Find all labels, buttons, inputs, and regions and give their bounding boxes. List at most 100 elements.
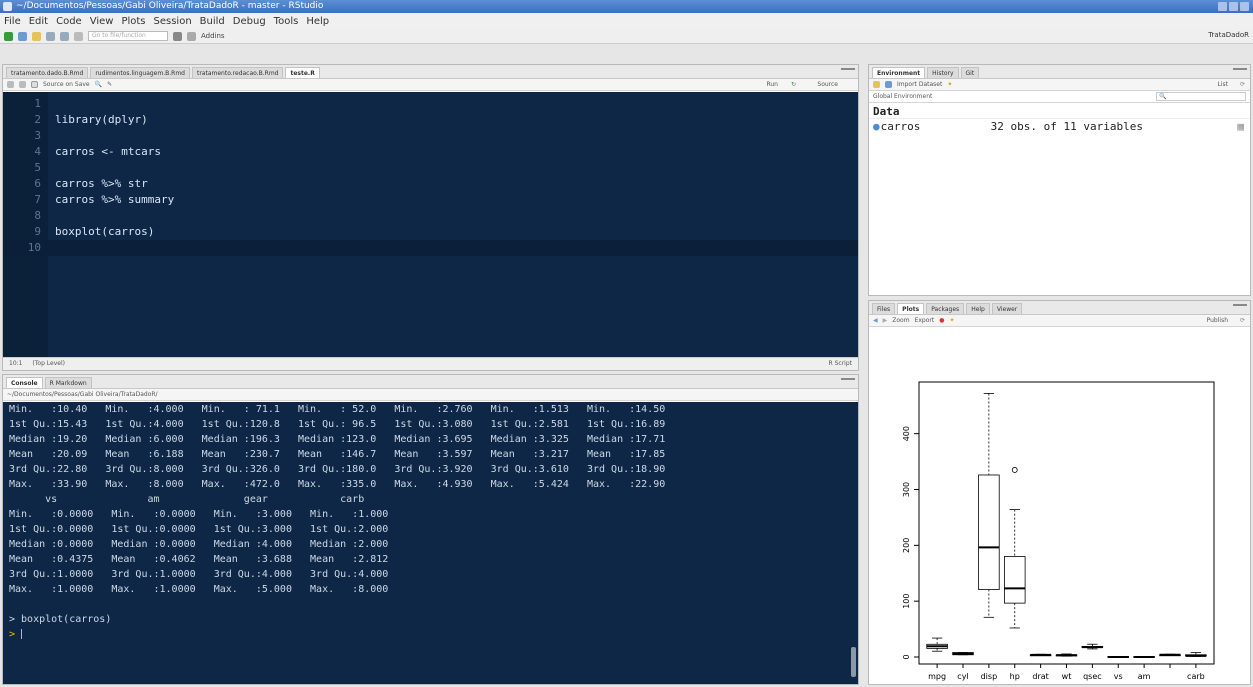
editor-statusbar: 10:1 (Top Level) R Script (3, 357, 858, 370)
refresh-icon[interactable]: ⟳ (1240, 81, 1245, 88)
broom-icon[interactable]: ✦ (947, 81, 952, 88)
file-type-indicator[interactable]: R Script (829, 358, 852, 370)
zoom-button[interactable]: Zoom (892, 317, 909, 324)
close-button[interactable] (1240, 2, 1249, 11)
publish-button[interactable]: Publish (1207, 317, 1228, 324)
remove-plot-icon[interactable]: ● (939, 317, 944, 324)
tab-rudimentos[interactable]: rudimentos.linguagem.B.Rmd (90, 67, 190, 78)
code-line[interactable]: 1 (3, 96, 858, 112)
menu-session[interactable]: Session (154, 16, 192, 27)
menu-view[interactable]: View (90, 16, 114, 27)
scope-indicator[interactable]: (Top Level) (32, 360, 65, 367)
tab-viewer[interactable]: Viewer (991, 303, 1023, 314)
print-icon[interactable] (74, 31, 83, 41)
tab-git[interactable]: Git (960, 67, 980, 78)
tab-tratamento-redacao[interactable]: tratamento.redacao.B.Rmd (191, 67, 284, 78)
code-line[interactable]: 8 (3, 208, 858, 224)
grid-icon[interactable] (187, 31, 196, 41)
code-line[interactable]: 2 library(dplyr) (3, 112, 858, 128)
run-button[interactable]: Run (766, 81, 778, 88)
pane-minimize-icon[interactable] (841, 378, 855, 385)
console-input-line[interactable]: > (3, 627, 858, 642)
load-workspace-icon[interactable] (873, 81, 880, 88)
code-line[interactable]: 10 (3, 240, 858, 256)
rerun-icon[interactable]: ↻ (791, 81, 796, 88)
save-all-icon[interactable] (60, 31, 69, 41)
tab-tratamento-dado[interactable]: tratamento.dado.B.Rmd (6, 67, 89, 78)
tab-files[interactable]: Files (872, 303, 896, 314)
minimize-button[interactable] (1218, 2, 1227, 11)
line-number: 8 (34, 209, 41, 222)
menu-build[interactable]: Build (200, 16, 225, 27)
source-on-save-checkbox[interactable] (31, 81, 38, 88)
line-number: 4 (34, 145, 41, 158)
scope-selector[interactable]: Global Environment (873, 93, 932, 100)
code-line[interactable]: 6 carros %>% str (3, 176, 858, 192)
menu-debug[interactable]: Debug (233, 16, 266, 27)
tab-console[interactable]: Console (6, 377, 43, 388)
new-project-icon[interactable] (18, 31, 27, 41)
wand-icon[interactable]: ✎ (107, 81, 112, 88)
plot-viewer: 0 100 200 300 400 mpg cyl disp hp drat wt qsec vs am c… (869, 344, 1250, 684)
menu-help[interactable]: Help (306, 16, 329, 27)
maximize-button[interactable] (1229, 2, 1238, 11)
tab-packages[interactable]: Packages (926, 303, 965, 314)
console-output[interactable]: Min. :10.40 Min. :4.000 Min. : 71.1 Min.… (3, 402, 858, 684)
list-view-toggle[interactable]: List (1218, 81, 1229, 88)
code-line[interactable]: 5 (3, 160, 858, 176)
code-line[interactable]: 4 carros <- mtcars (3, 144, 858, 160)
source-button[interactable]: Source (817, 81, 838, 88)
pane-minimize-icon[interactable] (1233, 304, 1247, 311)
next-plot-icon[interactable]: ▶ (883, 317, 888, 324)
menu-file[interactable]: File (4, 16, 21, 27)
line-number: 9 (34, 225, 41, 238)
environment-toolbar: Import Dataset ✦ List ⟳ (869, 79, 1250, 91)
pane-minimize-icon[interactable] (1233, 68, 1247, 75)
console-line: Median :0.0000 Median :0.0000 Median :4.… (9, 539, 401, 550)
cursor-position: 10:1 (9, 360, 23, 367)
menu-edit[interactable]: Edit (29, 16, 48, 27)
code-line[interactable]: 7 carros %>% summary (3, 192, 858, 208)
back-icon[interactable] (7, 81, 14, 88)
tab-teste-r[interactable]: teste.R (285, 67, 320, 78)
pane-minimize-icon[interactable] (841, 68, 855, 75)
environment-search-input[interactable]: 🔍 (1156, 92, 1246, 101)
code-text: carros %>% summary (55, 193, 175, 206)
view-table-icon[interactable]: ▦ (1237, 119, 1244, 135)
line-number: 7 (34, 193, 41, 206)
search-icon[interactable]: 🔍 (95, 81, 102, 88)
addins-menu[interactable]: Addins (201, 32, 225, 40)
environment-variable-row[interactable]: ● carros 32 obs. of 11 variables ▦ (869, 119, 1250, 135)
export-button[interactable]: Export (915, 317, 935, 324)
new-file-icon[interactable] (4, 31, 13, 41)
environment-pane: Environment History Git Import Dataset ✦… (868, 64, 1251, 296)
console-line: Max. :33.90 Max. :8.000 Max. :472.0 Max.… (9, 479, 666, 490)
code-line[interactable]: 9 boxplot(carros) (3, 224, 858, 240)
tab-r-markdown[interactable]: R Markdown (44, 377, 92, 388)
prev-plot-icon[interactable]: ◀ (873, 317, 878, 324)
goto-file-input[interactable]: Go to file/function (88, 31, 168, 41)
variable-value: 32 obs. of 11 variables (990, 120, 1143, 133)
project-menu[interactable]: TrataDadoR (1208, 31, 1249, 39)
code-editor[interactable]: 1 2 library(dplyr) 3 4 carros <- mtcars 5 6 carr… (3, 92, 858, 357)
open-file-icon[interactable] (32, 31, 41, 41)
console-line: > boxplot(carros) (9, 614, 112, 625)
x-tick-label: disp (981, 672, 998, 681)
tab-environment[interactable]: Environment (872, 67, 926, 78)
code-line[interactable]: 3 (3, 128, 858, 144)
tab-help[interactable]: Help (966, 303, 990, 314)
import-dataset-button[interactable]: Import Dataset (897, 81, 942, 88)
broom-icon[interactable]: ✦ (949, 317, 954, 324)
menu-code[interactable]: Code (56, 16, 82, 27)
save-workspace-icon[interactable] (885, 81, 892, 88)
tab-history[interactable]: History (927, 67, 959, 78)
menu-plots[interactable]: Plots (121, 16, 145, 27)
console-scrollbar[interactable] (851, 647, 856, 677)
forward-icon[interactable] (19, 81, 26, 88)
expand-icon[interactable]: ● (873, 119, 880, 135)
refresh-icon[interactable]: ⟳ (1240, 317, 1245, 324)
workspace-panes-icon[interactable] (173, 31, 182, 41)
menu-tools[interactable]: Tools (274, 16, 299, 27)
save-icon[interactable] (46, 31, 55, 41)
tab-plots[interactable]: Plots (897, 303, 925, 314)
